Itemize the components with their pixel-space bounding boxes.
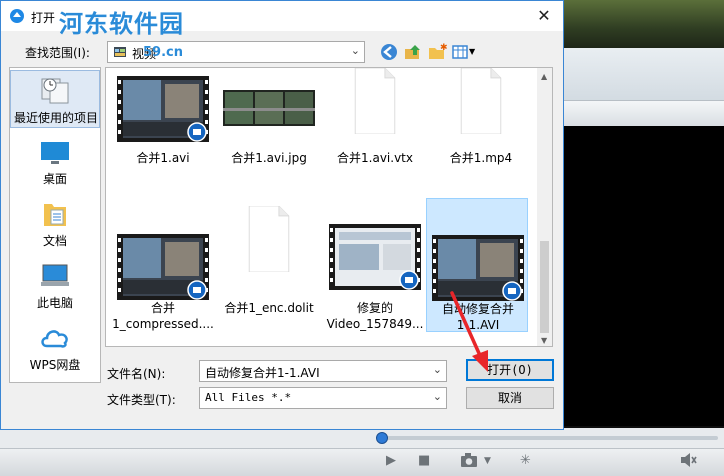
file-tile[interactable]: 合并1.mp4	[430, 68, 532, 192]
view-menu-icon[interactable]	[451, 42, 471, 62]
chevron-down-icon: ⌄	[350, 44, 360, 57]
vertical-scrollbar[interactable]: ▲ ▼	[537, 68, 552, 346]
image-thumbnail-icon	[223, 90, 315, 126]
file-name-line2: 1-1.AVI	[456, 318, 500, 332]
stop-icon[interactable]: ■	[418, 452, 430, 470]
chevron-down-icon[interactable]: ⌄	[433, 390, 442, 403]
place-label: 最近使用的项目	[13, 111, 98, 125]
place-label: 此电脑	[36, 296, 73, 310]
file-tile-selected[interactable]: 自动修复合并 1-1.AVI	[426, 198, 528, 332]
camera-icon[interactable]	[460, 452, 480, 474]
filename-input[interactable]: 自动修复合并1-1.AVI ⌄	[199, 360, 447, 382]
place-recent[interactable]: 最近使用的项目	[10, 70, 100, 128]
file-name: 合并1.mp4	[449, 151, 513, 165]
camera-dropdown-icon[interactable]: ▼	[484, 452, 491, 470]
video-thumbnail-icon	[117, 76, 209, 142]
chevron-down-icon[interactable]: ⌄	[433, 363, 442, 376]
file-name: 合并1_enc.dolit	[224, 301, 314, 315]
volume-icon[interactable]	[680, 452, 698, 474]
seek-track[interactable]	[378, 436, 718, 440]
blank-file-icon	[248, 206, 290, 272]
dialog-title: 打开	[31, 11, 56, 25]
effects-icon[interactable]: ✳	[520, 452, 531, 470]
filename-value: 自动修复合并1-1.AVI	[205, 366, 320, 380]
place-documents[interactable]: 文档	[10, 194, 100, 252]
file-name-line2: Video_157849...	[326, 317, 424, 331]
play-icon[interactable]: ▶	[386, 452, 396, 470]
cloud-icon	[41, 330, 68, 348]
scroll-down-icon[interactable]: ▼	[541, 336, 547, 345]
up-folder-icon[interactable]	[403, 42, 423, 62]
file-name: 合并1.avi.jpg	[231, 151, 307, 165]
video-thumbnail-icon	[432, 235, 524, 301]
filetype-label: 文件类型(T):	[107, 393, 176, 407]
file-name: 合并	[150, 301, 175, 315]
blank-file-icon	[460, 68, 502, 134]
scroll-thumb[interactable]	[540, 241, 549, 333]
place-desktop[interactable]: 桌面	[10, 132, 100, 190]
filetype-select[interactable]: All Files *.* ⌄	[199, 387, 447, 409]
place-label: 文档	[42, 234, 67, 248]
place-label: 桌面	[42, 172, 67, 186]
open-button[interactable]: 打开(O)	[466, 359, 554, 381]
videos-folder-icon	[114, 47, 126, 57]
filename-label: 文件名(N):	[107, 367, 166, 381]
file-name: 自动修复合并	[441, 302, 514, 316]
file-tile[interactable]: 合并1.avi.vtx	[324, 68, 426, 192]
file-name: 合并1.avi	[136, 151, 190, 165]
file-tile[interactable]: 合并1.avi	[112, 68, 214, 192]
file-tile[interactable]: 合并1.avi.jpg	[218, 68, 320, 192]
file-name-line2: 1_compressed....	[112, 317, 214, 331]
file-tile[interactable]: 合并 1_compressed....	[112, 198, 214, 331]
place-label: WPS网盘	[29, 358, 81, 372]
new-folder-icon[interactable]: ✱	[427, 42, 447, 62]
filetype-value: All Files *.*	[205, 391, 292, 404]
blank-file-icon	[354, 68, 396, 134]
app-logo-icon	[10, 9, 24, 23]
video-thumbnail-icon	[329, 224, 421, 290]
player-controls	[0, 448, 724, 476]
file-list: 合并1.avi 合并1.avi.jpg 合并1.avi.vtx 合并1.mp4	[105, 67, 553, 347]
watermark-url: 59.cn	[143, 45, 183, 60]
seek-knob[interactable]	[376, 432, 388, 444]
documents-icon	[44, 204, 66, 226]
video-thumbnail-icon	[117, 234, 209, 300]
watermark-text: 河东软件园	[59, 9, 184, 38]
places-bar: 最近使用的项目 桌面 文档 此电脑 WPS网盘	[9, 67, 101, 383]
place-wps-cloud[interactable]: WPS网盘	[10, 318, 100, 376]
background-desktop	[560, 0, 724, 48]
file-tile[interactable]: 合并1_enc.dolit	[218, 198, 320, 330]
look-in-label: 查找范围(I):	[25, 46, 90, 60]
recent-places-icon	[41, 78, 69, 104]
close-button[interactable]: ✕	[531, 5, 557, 27]
scroll-up-icon[interactable]: ▲	[541, 72, 547, 81]
back-icon[interactable]	[379, 42, 399, 62]
this-pc-icon	[41, 264, 69, 286]
background-tab-bar	[560, 100, 724, 127]
dialog-titlebar: 打开 河东软件园 ✕	[1, 1, 563, 38]
place-this-pc[interactable]: 此电脑	[10, 256, 100, 314]
file-name: 修复的	[356, 301, 393, 315]
open-file-dialog: 打开 河东软件园 ✕ 查找范围(I): 视频 ⌄ 59.cn ✱ ▼ 最近使用的…	[0, 0, 564, 430]
video-canvas	[560, 126, 724, 426]
file-tile[interactable]: 修复的 Video_157849...	[324, 198, 426, 331]
svg-text:✱: ✱	[440, 43, 447, 53]
view-dropdown-icon[interactable]: ▼	[469, 47, 489, 67]
file-name: 合并1.avi.vtx	[337, 151, 413, 165]
desktop-icon	[41, 142, 69, 164]
cancel-button[interactable]: 取消	[466, 387, 554, 409]
